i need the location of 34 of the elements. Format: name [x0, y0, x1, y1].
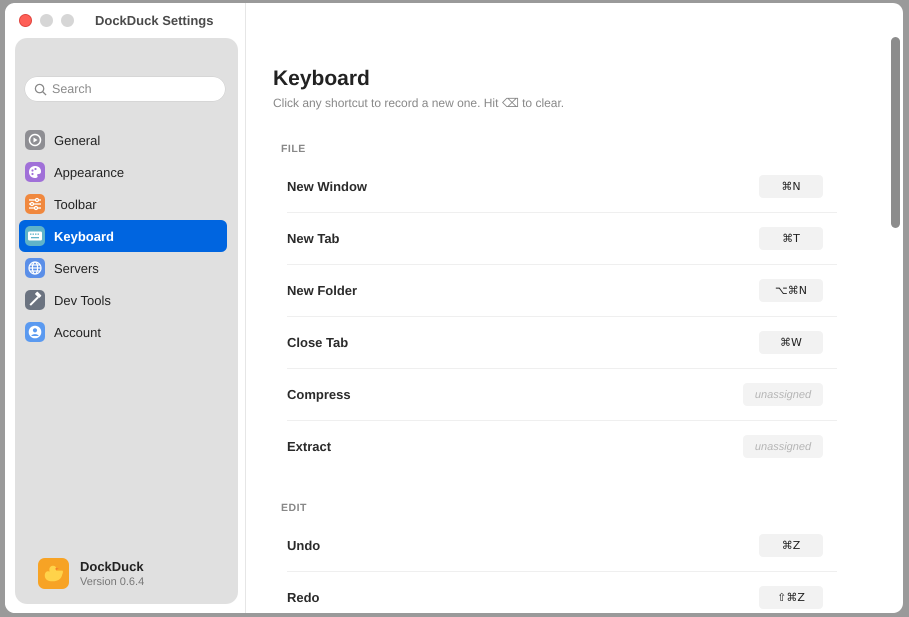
shortcut-key[interactable]: ⌘N — [759, 175, 823, 198]
section-heading: FILE — [280, 143, 307, 155]
sidebar-item[interactable]: Toolbar — [19, 188, 227, 220]
sidebar-item[interactable]: Keyboard — [19, 220, 227, 252]
minimize-button[interactable] — [40, 14, 53, 27]
scrollbar-thumb[interactable] — [891, 37, 900, 228]
window-title: DockDuck Settings — [95, 13, 214, 28]
page-subtitle: Click any shortcut to record a new one. Hit ⌫ to clear. — [273, 96, 566, 110]
sidebar-item[interactable]: Dev Tools — [19, 284, 227, 316]
shortcut-label: Close Tab — [287, 335, 348, 350]
search-field[interactable]: Search — [25, 77, 225, 101]
shortcut-label: Redo — [287, 590, 320, 605]
sidebar-item[interactable]: Account — [19, 316, 227, 348]
sidebar-item[interactable]: Appearance — [19, 156, 227, 188]
section-heading: EDIT — [280, 502, 308, 514]
app-name: DockDuck — [80, 559, 144, 574]
shortcut-key[interactable]: ⌥⌘N — [759, 279, 823, 302]
shortcut-label: New Tab — [287, 231, 340, 246]
shortcut-label: New Window — [287, 179, 368, 194]
close-button[interactable] — [19, 14, 32, 27]
sidebar-item[interactable]: General — [19, 124, 227, 156]
shortcut-label: Undo — [287, 538, 320, 553]
shortcut-key[interactable]: ⇧⌘Z — [759, 586, 823, 609]
zoom-button[interactable] — [61, 14, 74, 27]
app-version: Version 0.6.4 — [80, 576, 144, 588]
page-title: Keyboard — [273, 67, 371, 91]
shortcut-label: New Folder — [287, 283, 358, 298]
shortcut-label: Extract — [287, 439, 332, 454]
duck-app-icon — [38, 558, 69, 589]
sidebar-item[interactable]: Servers — [19, 252, 227, 284]
shortcut-key[interactable]: ⌘W — [759, 331, 823, 354]
shortcut-key[interactable]: ⌘Z — [759, 534, 823, 557]
shortcut-key[interactable]: ⌘T — [759, 227, 823, 250]
shortcut-label: Compress — [287, 387, 351, 402]
